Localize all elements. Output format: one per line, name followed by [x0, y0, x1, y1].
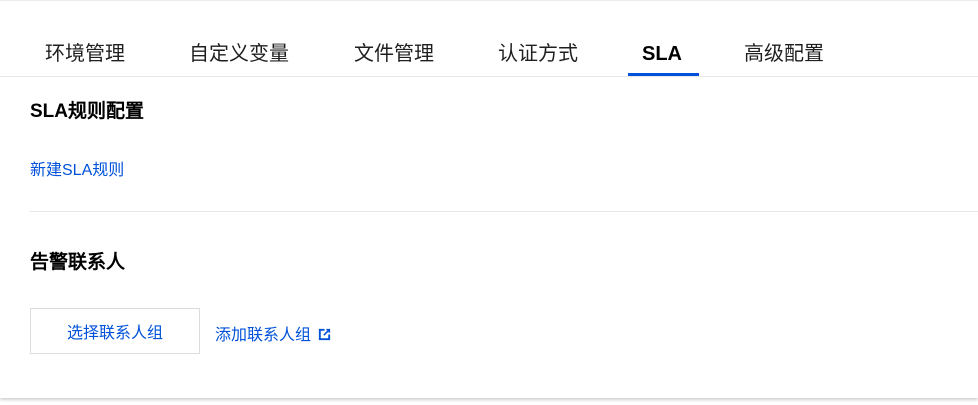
- section-divider: [30, 211, 978, 212]
- tab-bar: 环境管理 自定义变量 文件管理 认证方式 SLA 高级配置: [0, 31, 978, 77]
- create-sla-rule-link[interactable]: 新建SLA规则: [30, 156, 124, 180]
- tab-sla[interactable]: SLA: [642, 41, 682, 67]
- tab-environment[interactable]: 环境管理: [45, 41, 125, 67]
- select-contact-group-button[interactable]: 选择联系人组: [30, 308, 200, 354]
- active-tab-indicator: [628, 73, 699, 76]
- add-contact-group-link[interactable]: 添加联系人组: [215, 321, 332, 347]
- alert-contacts-title: 告警联系人: [30, 252, 126, 273]
- tab-advanced-config[interactable]: 高级配置: [744, 41, 824, 67]
- tab-file-management[interactable]: 文件管理: [354, 41, 434, 67]
- sla-settings-panel: 环境管理 自定义变量 文件管理 认证方式 SLA 高级配置 SLA规则配置 新建…: [0, 0, 978, 398]
- sla-rules-title: SLA规则配置: [30, 101, 145, 122]
- external-link-icon: [317, 327, 332, 347]
- add-contact-group-label: 添加联系人组: [215, 327, 312, 344]
- tab-custom-variables[interactable]: 自定义变量: [189, 41, 289, 67]
- tab-auth-method[interactable]: 认证方式: [498, 41, 578, 67]
